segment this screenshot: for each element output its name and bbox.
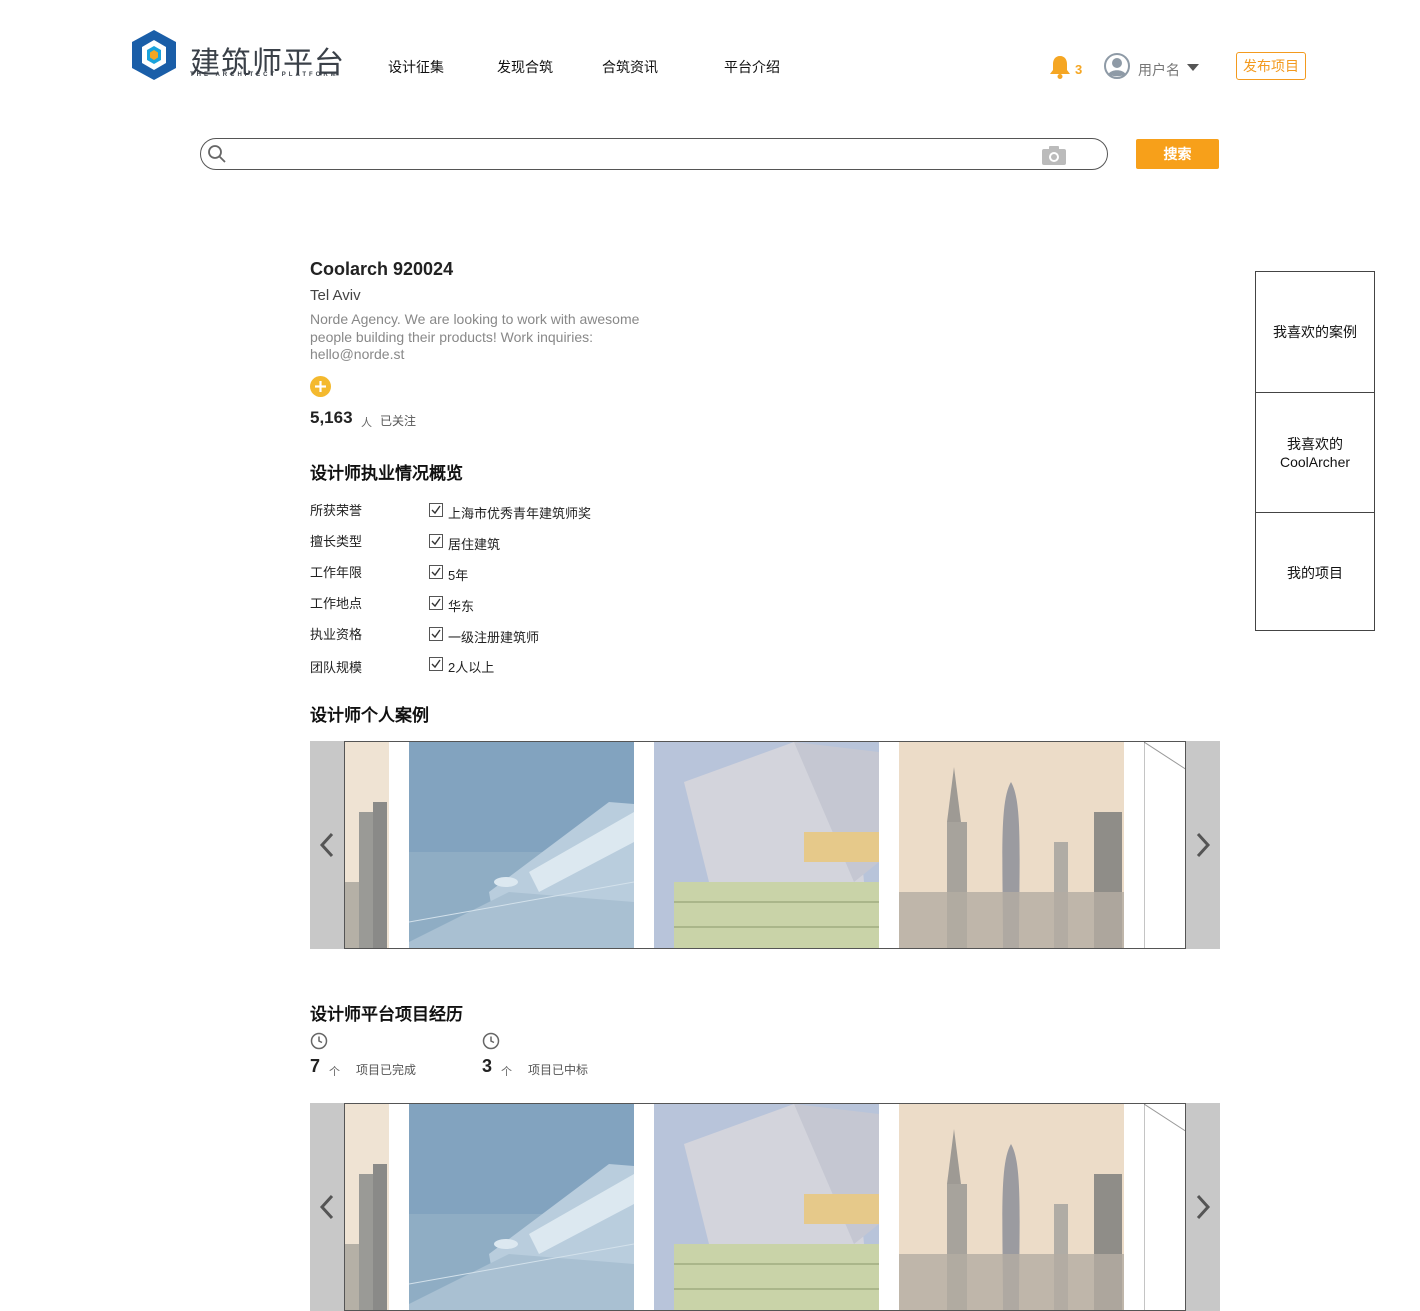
attr-label-location: 工作地点 (310, 596, 363, 611)
won-unit: 个 (501, 1066, 512, 1078)
attr-label-qualification: 执业资格 (310, 627, 363, 642)
nav-news[interactable]: 合筑资讯 (602, 57, 658, 77)
clock-icon (482, 1032, 500, 1050)
case-image-2[interactable] (654, 742, 879, 949)
carousel-viewport (344, 741, 1186, 949)
checkbox-checked-icon (429, 596, 443, 610)
follow-button[interactable] (310, 376, 331, 397)
checkbox-checked-icon (429, 627, 443, 641)
attr-value-qualification: 一级注册建筑师 (448, 630, 540, 645)
followed-status[interactable]: 已关注 (380, 412, 416, 429)
search-button[interactable]: 搜索 (1136, 139, 1219, 169)
chevron-down-icon[interactable] (1187, 64, 1199, 71)
side-item-my-projects[interactable]: 我的项目 (1256, 512, 1374, 632)
completed-unit: 个 (329, 1066, 340, 1078)
experience-title: 设计师平台项目经历 (310, 1005, 463, 1024)
username[interactable]: 用户名 (1138, 60, 1180, 80)
cases-title: 设计师个人案例 (310, 706, 429, 725)
designer-name: Coolarch 920024 (310, 259, 454, 279)
attr-value-specialty: 居住建筑 (448, 537, 501, 552)
carousel-viewport (344, 1103, 1186, 1311)
case-image-partial[interactable] (345, 742, 389, 949)
search-icon (208, 145, 226, 163)
chevron-right-icon[interactable] (1193, 831, 1213, 859)
attr-value-location: 华东 (448, 599, 475, 614)
bell-icon[interactable] (1047, 54, 1073, 80)
project-image-partial[interactable] (345, 1104, 389, 1311)
won-label: 项目已中标 (528, 1063, 589, 1077)
nav-design-collection[interactable]: 设计征集 (388, 57, 444, 77)
checkbox-checked-icon (429, 657, 443, 671)
case-image-3[interactable] (899, 742, 1124, 949)
attr-value-honors: 上海市优秀青年建筑师奖 (448, 506, 592, 521)
overview-title: 设计师执业情况概览 (310, 464, 463, 483)
attr-value-team-size: 2人以上 (448, 660, 495, 675)
side-panel: 我喜欢的案例 我喜欢的CoolArcher 我的项目 (1255, 271, 1375, 631)
nav-discover[interactable]: 发现合筑 (497, 57, 553, 77)
project-image-2[interactable] (654, 1104, 879, 1311)
clock-icon (310, 1032, 328, 1050)
chevron-left-icon[interactable] (317, 1193, 337, 1221)
checkbox-checked-icon (429, 534, 443, 548)
attr-label-honors: 所获荣誉 (310, 503, 363, 518)
won-count: 3 (482, 1056, 493, 1076)
side-item-liked-coolarcher[interactable]: 我喜欢的CoolArcher (1256, 392, 1374, 512)
checkbox-checked-icon (429, 503, 443, 517)
plus-icon (315, 381, 326, 392)
logo-subtitle: THE ARCHITECT PLATFORM (190, 72, 339, 78)
notification-count: 3 (1075, 62, 1083, 77)
case-image-partial-right[interactable] (1144, 742, 1186, 949)
followers-count: 5,163 (310, 408, 353, 427)
projects-carousel (310, 1103, 1220, 1311)
side-item-liked-cases[interactable]: 我喜欢的案例 (1256, 272, 1374, 392)
project-image-partial-right[interactable] (1144, 1104, 1186, 1311)
checkbox-checked-icon (429, 565, 443, 579)
followers-unit: 人 (361, 417, 372, 429)
publish-project-button[interactable]: 发布项目 (1236, 52, 1306, 80)
chevron-left-icon[interactable] (317, 831, 337, 859)
designer-city: Tel Aviv (310, 287, 361, 304)
project-image-3[interactable] (899, 1104, 1124, 1311)
attr-label-years: 工作年限 (310, 565, 363, 580)
search-input[interactable] (233, 143, 1033, 167)
completed-count: 7 (310, 1056, 321, 1076)
attr-value-years: 5年 (448, 568, 469, 583)
attr-label-team-size: 团队规模 (310, 660, 363, 675)
nav-about[interactable]: 平台介绍 (724, 57, 780, 77)
user-avatar-icon[interactable] (1104, 53, 1130, 79)
camera-icon[interactable] (1041, 144, 1067, 166)
attr-label-specialty: 擅长类型 (310, 534, 363, 549)
completed-label: 项目已完成 (356, 1063, 417, 1077)
project-image-1[interactable] (409, 1104, 634, 1311)
case-image-1[interactable] (409, 742, 634, 949)
chevron-right-icon[interactable] (1193, 1193, 1213, 1221)
designer-bio: Norde Agency. We are looking to work wit… (310, 311, 640, 362)
search-bar (200, 138, 1108, 170)
cases-carousel (310, 741, 1220, 949)
